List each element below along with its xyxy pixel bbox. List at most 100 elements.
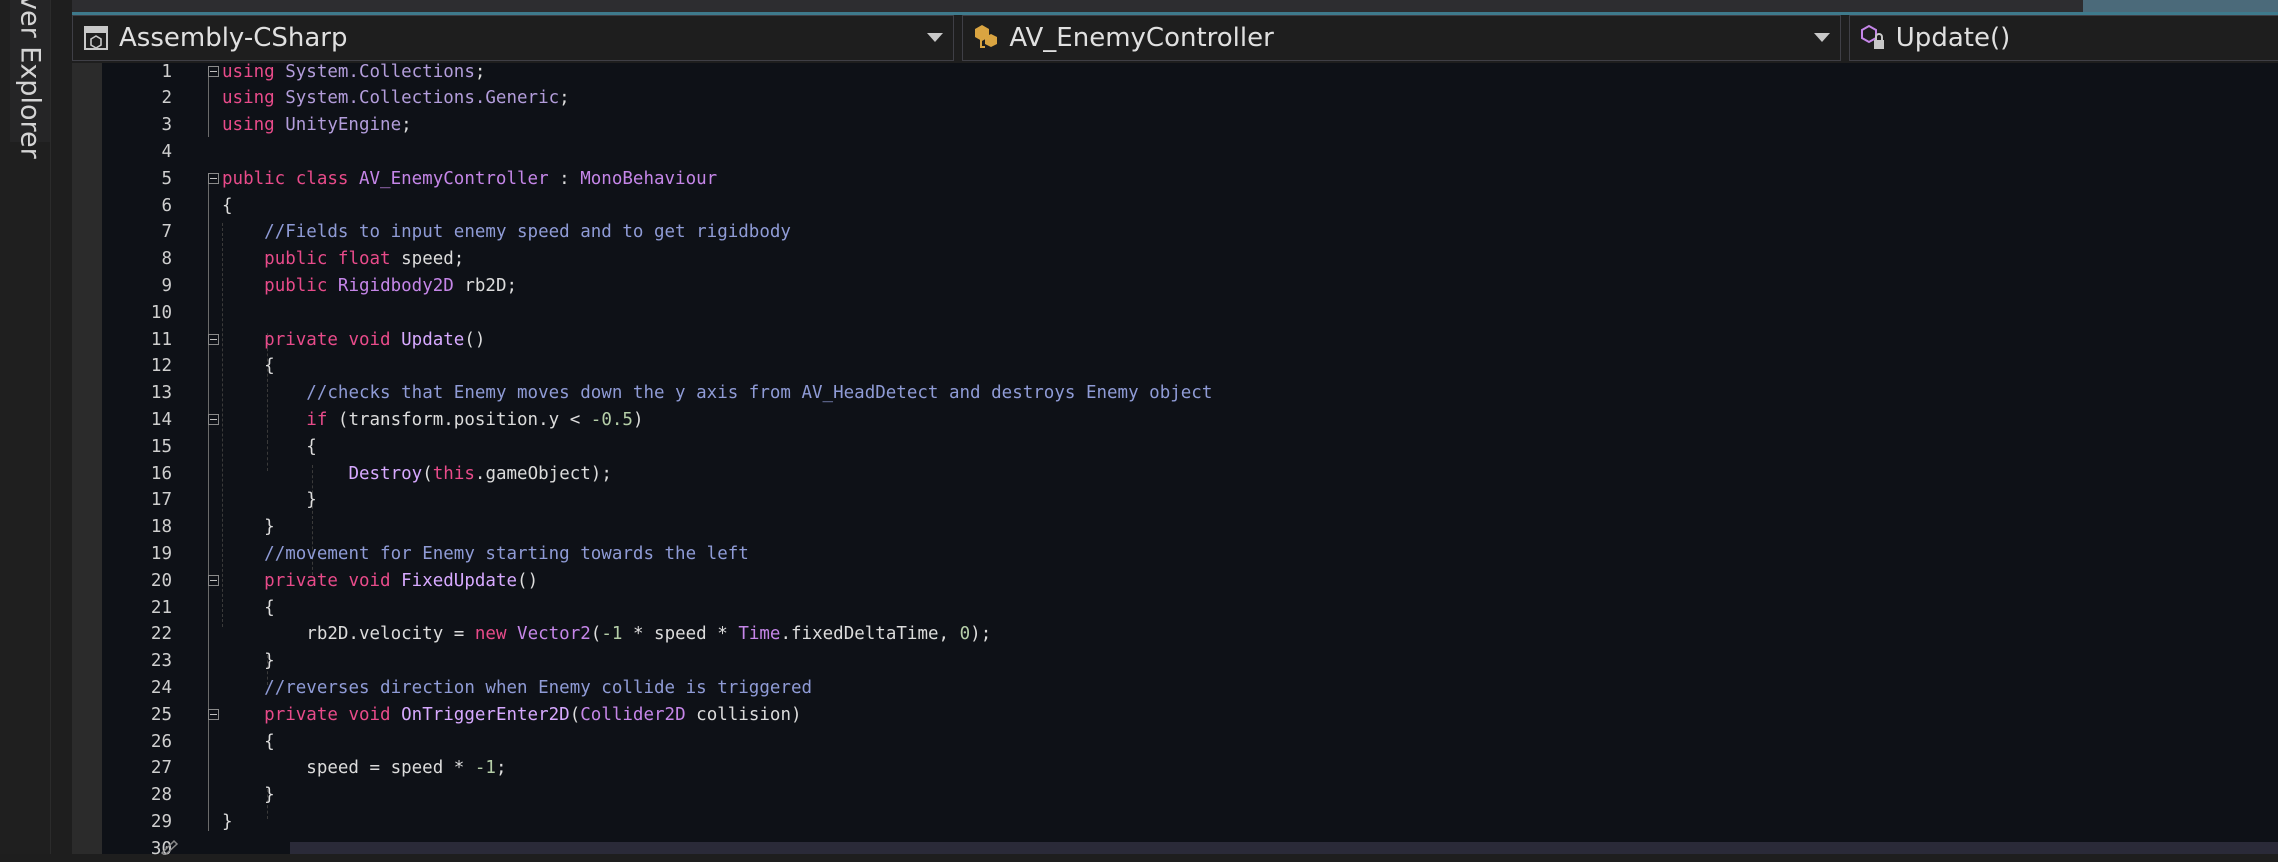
code-line[interactable]: 1 using System.Collections; [72,59,2278,86]
line-number: 2 [161,88,172,109]
collapse-toggle-icon[interactable] [208,333,219,345]
navigation-bar: Assembly-CSharp AV_EnemyController Updat… [72,15,2278,63]
code-token: public float [264,249,402,270]
code-line[interactable]: 16 Destroy(this.gameObject); [72,461,2278,488]
line-number: 17 [150,490,172,511]
code-text: { [222,353,275,380]
code-token: //Fields to input enemy speed and to get… [264,222,791,243]
line-number: 29 [150,811,172,832]
line-number: 6 [161,195,172,216]
code-token: UnityEngine [285,115,402,136]
code-token: ( [590,624,602,645]
server-explorer-tab[interactable]: ver Explorer [10,0,50,159]
line-number: 24 [150,677,172,698]
code-line[interactable]: 23 } [72,648,2278,675]
line-number: 25 [150,704,172,725]
code-token: 0 [959,624,971,645]
code-token: rb2D; [464,275,518,296]
document-tab-strip [72,0,2278,15]
code-line[interactable]: 29} [72,809,2278,836]
code-token: MonoBehaviour [580,168,718,189]
code-line[interactable]: 3 using UnityEngine; [72,112,2278,139]
code-line[interactable]: 13 //checks that Enemy moves down the y … [72,380,2278,407]
line-number: 15 [150,436,172,457]
code-text: //movement for Enemy starting towards th… [222,541,749,568]
code-line[interactable]: 12 { [72,353,2278,380]
line-number: 5 [161,168,172,189]
code-line[interactable]: 18 } [72,514,2278,541]
code-line[interactable]: 26 { [72,729,2278,756]
code-line[interactable]: 8 public float speed; [72,246,2278,273]
line-number: 3 [161,115,172,136]
code-token: System.Collections.Generic [285,88,560,109]
code-line[interactable]: 10 [72,300,2278,327]
code-token: (transform.position.y < [337,409,591,430]
collapse-toggle-icon[interactable] [208,708,219,720]
code-line[interactable]: 15 { [72,434,2278,461]
code-line[interactable]: 20 private void FixedUpdate() [72,568,2278,595]
code-line[interactable]: 21 { [72,595,2278,622]
code-text: { [222,729,275,756]
code-token: ); [970,624,992,645]
code-token: -0.5 [590,409,633,430]
collapse-toggle-icon[interactable] [208,574,219,586]
code-token: System.Collections [285,61,475,82]
code-token: ; [401,115,412,136]
pencil-icon [160,839,179,855]
line-number: 1 [161,61,172,82]
code-text: private void Update() [222,327,485,354]
code-token: this [432,463,475,484]
code-line[interactable]: 22 rb2D.velocity = new Vector2(-1 * spee… [72,621,2278,648]
code-line[interactable]: 28 } [72,782,2278,809]
code-token: { [222,597,275,618]
code-line[interactable]: 27 speed = speed * -1; [72,755,2278,782]
class-dropdown[interactable]: AV_EnemyController [962,15,1841,61]
code-token: } [222,785,275,806]
code-token: if [306,409,338,430]
code-line[interactable]: 14 if (transform.position.y < -0.5) [72,407,2278,434]
line-number: 23 [150,651,172,672]
code-line[interactable]: 17 } [72,487,2278,514]
code-token: () [517,570,539,591]
code-line[interactable]: 9 public Rigidbody2D rb2D; [72,273,2278,300]
active-document-tab[interactable] [2083,0,2278,12]
code-line[interactable]: 7 //Fields to input enemy speed and to g… [72,219,2278,246]
chevron-down-icon[interactable] [927,33,944,42]
code-token: //checks that Enemy moves down the y axi… [306,383,1213,404]
code-token: speed = speed * [222,758,475,779]
code-token: Update [401,329,465,350]
code-editor[interactable]: 1 using System.Collections; 2 using System… [72,62,2278,859]
code-text: { [222,595,275,622]
code-line[interactable]: 24 //reverses direction when Enemy colli… [72,675,2278,702]
chevron-down-icon[interactable] [1813,33,1830,42]
code-line[interactable]: 5 public class AV_EnemyController : MonoB… [72,166,2278,193]
code-line[interactable]: 2 using System.Collections.Generic; [72,85,2278,112]
project-dropdown[interactable]: Assembly-CSharp [72,15,955,61]
collapse-toggle-icon[interactable] [208,413,219,425]
code-token: private void [264,329,402,350]
collapse-toggle-icon[interactable] [208,172,219,184]
code-text: //reverses direction when Enemy collide … [222,675,812,702]
code-token: rb2D.velocity = [222,624,475,645]
code-line[interactable]: 4 [72,139,2278,166]
code-lines: 1 using System.Collections; 2 using System… [72,62,2278,859]
code-text: { [222,193,233,220]
code-text: speed = speed * -1; [222,755,506,782]
code-token: { [222,436,317,457]
code-token: using [222,115,286,136]
line-number: 27 [150,758,172,779]
member-dropdown[interactable]: Update() [1848,15,2278,61]
code-line[interactable]: 11 private void Update() [72,327,2278,354]
code-token: } [222,651,275,672]
collapse-toggle-icon[interactable] [208,65,219,77]
line-number: 19 [150,543,172,564]
project-name: Assembly-CSharp [119,23,348,53]
code-line[interactable]: 19 //movement for Enemy starting towards… [72,541,2278,568]
code-line[interactable]: 6{ [72,193,2278,220]
code-line[interactable]: 25 private void OnTriggerEnter2D(Collide… [72,702,2278,729]
